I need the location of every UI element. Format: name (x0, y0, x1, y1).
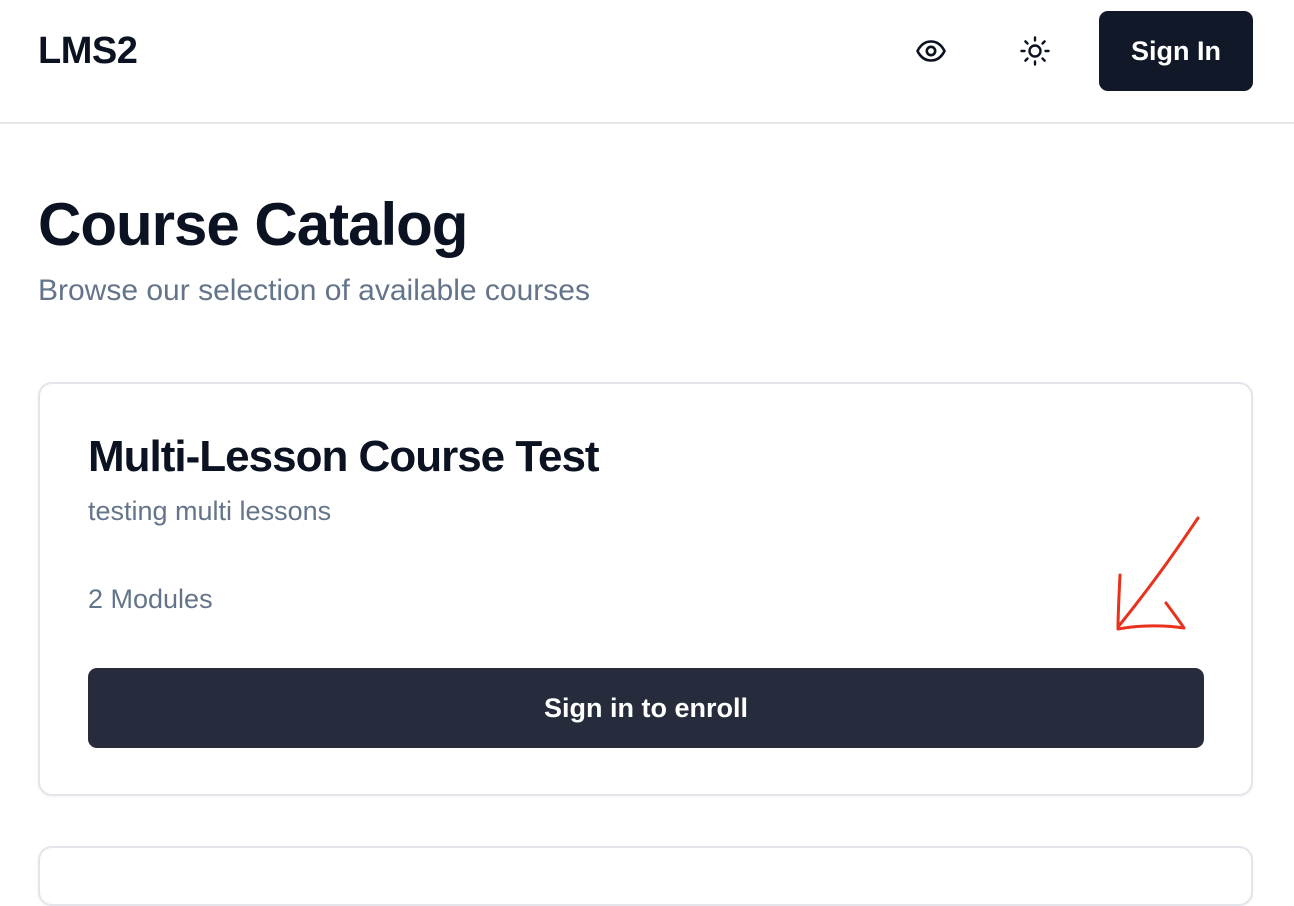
course-description: testing multi lessons (88, 496, 332, 526)
sun-icon (1020, 36, 1050, 66)
course-title: Multi-Lesson Course Test (88, 432, 600, 481)
course-module-count: 2 Modules (88, 584, 213, 614)
sign-in-button[interactable]: Sign In (1099, 11, 1253, 91)
preview-toggle-button[interactable] (906, 26, 956, 76)
app-logo[interactable]: LMS2 (38, 30, 138, 73)
course-card (38, 846, 1253, 906)
page-subtitle: Browse our selection of available course… (38, 274, 590, 307)
theme-toggle-button[interactable] (1010, 26, 1060, 76)
eye-icon (916, 40, 946, 62)
sign-in-to-enroll-button[interactable]: Sign in to enroll (88, 668, 1204, 748)
page-title: Course Catalog (38, 191, 468, 258)
top-header: LMS2 Sign In (0, 0, 1294, 124)
course-card: Multi-Lesson Course Test testing multi l… (38, 382, 1253, 796)
